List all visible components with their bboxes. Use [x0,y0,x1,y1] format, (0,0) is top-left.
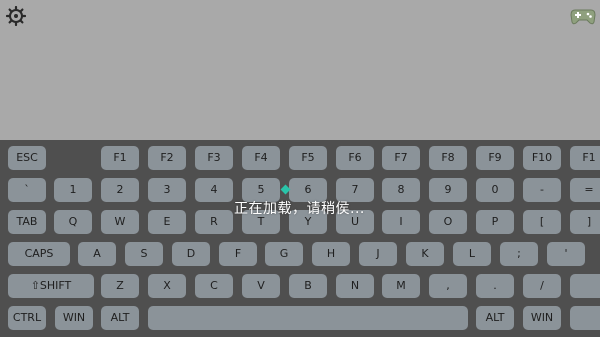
key-backtick[interactable]: ` [8,178,46,202]
key-f2[interactable]: F2 [148,146,186,170]
key-a[interactable]: A [78,242,116,266]
key-j[interactable]: J [359,242,397,266]
key-f1[interactable]: F1 [101,146,139,170]
key-quote[interactable]: ' [547,242,585,266]
key-win-right[interactable]: WIN [523,306,561,330]
key-win-left[interactable]: WIN [55,306,93,330]
key-f6[interactable]: F6 [336,146,374,170]
key-period[interactable]: . [476,274,514,298]
key-f11[interactable]: F1 [570,146,600,170]
key-left-bracket[interactable]: [ [523,210,561,234]
settings-gear-icon[interactable] [6,6,26,26]
key-blank-right[interactable] [570,306,600,330]
key-2[interactable]: 2 [101,178,139,202]
key-i[interactable]: I [382,210,420,234]
key-k[interactable]: K [406,242,444,266]
gamepad-icon[interactable] [570,6,596,26]
key-f10[interactable]: F10 [523,146,561,170]
key-tab[interactable]: TAB [8,210,46,234]
key-q[interactable]: Q [54,210,92,234]
key-right-bracket[interactable]: ] [570,210,600,234]
key-8[interactable]: 8 [382,178,420,202]
key-slash[interactable]: / [523,274,561,298]
key-comma[interactable]: , [429,274,467,298]
key-f3[interactable]: F3 [195,146,233,170]
key-3[interactable]: 3 [148,178,186,202]
loading-message: 正在加载，请稍侯... [234,201,365,217]
key-f8[interactable]: F8 [429,146,467,170]
key-b[interactable]: B [289,274,327,298]
key-p[interactable]: P [476,210,514,234]
key-x[interactable]: X [148,274,186,298]
key-space[interactable] [148,306,468,330]
key-r[interactable]: R [195,210,233,234]
key-minus[interactable]: - [523,178,561,202]
key-f5[interactable]: F5 [289,146,327,170]
remote-screen-area[interactable] [0,0,600,140]
virtual-keyboard: ESC F1 F2 F3 F4 F5 F6 F7 F8 F9 F10 F1 ` … [0,140,600,337]
key-1[interactable]: 1 [54,178,92,202]
key-w[interactable]: W [101,210,139,234]
key-h[interactable]: H [312,242,350,266]
key-e[interactable]: E [148,210,186,234]
key-z[interactable]: Z [101,274,139,298]
key-f4[interactable]: F4 [242,146,280,170]
key-v[interactable]: V [242,274,280,298]
key-n[interactable]: N [336,274,374,298]
key-g[interactable]: G [265,242,303,266]
key-alt-right[interactable]: ALT [476,306,514,330]
key-c[interactable]: C [195,274,233,298]
key-m[interactable]: M [382,274,420,298]
key-l[interactable]: L [453,242,491,266]
key-9[interactable]: 9 [429,178,467,202]
key-blank[interactable] [570,274,600,298]
key-equals[interactable]: = [570,178,600,202]
key-4[interactable]: 4 [195,178,233,202]
key-f7[interactable]: F7 [382,146,420,170]
key-f[interactable]: F [219,242,257,266]
key-d[interactable]: D [172,242,210,266]
key-shift[interactable]: ⇧SHIFT [8,274,94,298]
key-ctrl[interactable]: CTRL [8,306,46,330]
key-alt-left[interactable]: ALT [101,306,139,330]
key-f9[interactable]: F9 [476,146,514,170]
key-semicolon[interactable]: ; [500,242,538,266]
key-s[interactable]: S [125,242,163,266]
key-esc[interactable]: ESC [8,146,46,170]
key-caps[interactable]: CAPS [8,242,70,266]
key-o[interactable]: O [429,210,467,234]
key-0[interactable]: 0 [476,178,514,202]
